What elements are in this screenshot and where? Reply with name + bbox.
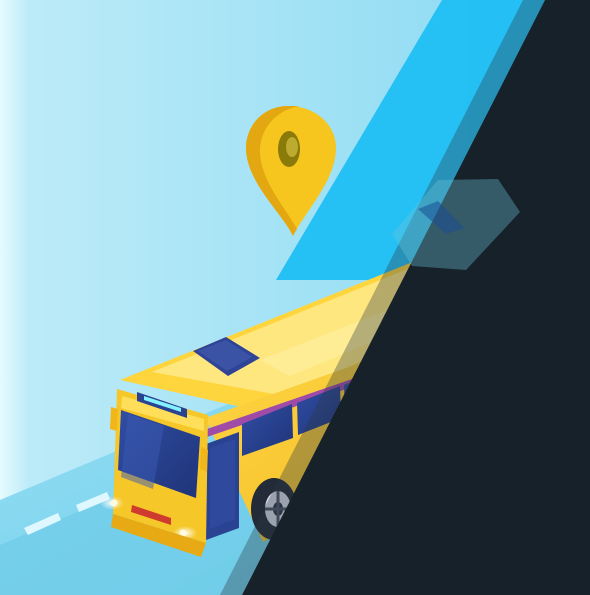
bus-illustration <box>0 0 590 595</box>
illustration-frame <box>0 0 590 595</box>
